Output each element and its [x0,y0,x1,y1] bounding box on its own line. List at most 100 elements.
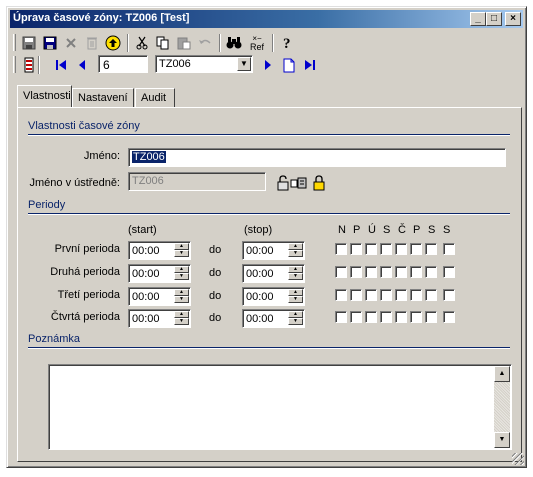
spin-up-icon[interactable]: ▲ [174,311,189,318]
chevron-down-icon[interactable]: ▼ [237,57,251,71]
spin-up-icon[interactable]: ▲ [174,266,189,273]
day-checkbox[interactable] [350,289,362,301]
spin-down-icon[interactable]: ▼ [288,250,303,257]
day-checkbox[interactable] [365,311,377,323]
note-textarea[interactable]: ▲ ▼ [48,364,512,450]
delete-x-icon[interactable] [62,34,80,52]
day-checkbox[interactable] [365,289,377,301]
period-stop-input[interactable]: 00:00 ▲ ▼ [242,309,305,328]
day-checkbox[interactable] [410,266,422,278]
day-checkbox[interactable] [425,243,437,255]
period-stop-input[interactable]: 00:00 ▲ ▼ [242,241,305,260]
spin-up-icon[interactable]: ▲ [288,266,303,273]
record-selector-combo[interactable]: TZ006 ▼ [155,55,253,73]
lock-icon[interactable] [310,174,328,192]
day-checkbox[interactable] [380,266,392,278]
day-checkbox[interactable] [335,289,347,301]
scroll-up-icon[interactable]: ▲ [494,366,510,382]
day-checkbox[interactable] [350,266,362,278]
period-start-input[interactable]: 00:00 ▲ ▼ [128,287,191,306]
trash-icon[interactable] [83,34,101,52]
spin-down-icon[interactable]: ▼ [174,273,189,280]
stop-spinner[interactable]: ▲ ▼ [288,311,303,326]
day-checkbox[interactable] [425,289,437,301]
day-checkbox[interactable] [395,266,407,278]
new-record-icon[interactable] [280,56,298,74]
tab-vlastnosti[interactable]: Vlastnosti [17,85,72,107]
day-checkbox[interactable] [410,243,422,255]
period-start-input[interactable]: 00:00 ▲ ▼ [128,264,191,283]
find-binoculars-icon[interactable] [225,34,243,52]
cut-icon[interactable] [133,34,151,52]
day-checkbox[interactable] [335,243,347,255]
start-spinner[interactable]: ▲ ▼ [174,266,189,281]
day-checkbox[interactable] [425,266,437,278]
day-checkbox[interactable] [350,243,362,255]
save-close-icon[interactable] [41,34,59,52]
spin-down-icon[interactable]: ▼ [288,318,303,325]
minimize-button[interactable]: _ [470,12,486,26]
record-number-input[interactable]: 6 [98,55,148,73]
day-checkbox[interactable] [443,243,455,255]
day-checkbox[interactable] [443,266,455,278]
prev-record-icon[interactable] [73,56,91,74]
spin-up-icon[interactable]: ▲ [288,289,303,296]
scroll-down-icon[interactable]: ▼ [494,432,510,448]
spin-down-icon[interactable]: ▼ [288,296,303,303]
day-checkbox[interactable] [395,311,407,323]
start-spinner[interactable]: ▲ ▼ [174,243,189,258]
spin-up-icon[interactable]: ▲ [288,243,303,250]
up-arrow-circle-icon[interactable] [104,34,122,52]
day-checkbox[interactable] [443,311,455,323]
tab-audit[interactable]: Audit [135,88,175,107]
spin-down-icon[interactable]: ▼ [174,318,189,325]
undo-icon[interactable] [196,34,214,52]
note-scrollbar[interactable]: ▲ ▼ [494,366,510,448]
spin-down-icon[interactable]: ▼ [174,250,189,257]
transfer-icon[interactable] [290,174,308,192]
period-stop-input[interactable]: 00:00 ▲ ▼ [242,287,305,306]
tab-nastaveni[interactable]: Nastavení [72,88,134,107]
first-record-icon[interactable] [52,56,70,74]
name-input[interactable]: TZ006 [128,148,506,167]
period-start-input[interactable]: 00:00 ▲ ▼ [128,241,191,260]
stop-spinner[interactable]: ▲ ▼ [288,266,303,281]
spin-up-icon[interactable]: ▲ [174,289,189,296]
day-checkbox[interactable] [365,266,377,278]
last-record-icon[interactable] [301,56,319,74]
start-spinner[interactable]: ▲ ▼ [174,311,189,326]
help-icon[interactable]: ? [278,34,296,52]
spin-down-icon[interactable]: ▼ [288,273,303,280]
save-icon[interactable] [20,34,38,52]
toolbar-grip[interactable] [13,34,16,51]
day-checkbox[interactable] [410,289,422,301]
day-checkbox[interactable] [335,266,347,278]
day-checkbox[interactable] [410,311,422,323]
day-checkbox[interactable] [395,243,407,255]
toolbar-grip[interactable] [13,56,16,73]
stop-spinner[interactable]: ▲ ▼ [288,243,303,258]
day-checkbox[interactable] [335,311,347,323]
day-checkbox[interactable] [395,289,407,301]
close-button[interactable]: × [505,12,521,26]
day-checkbox[interactable] [443,289,455,301]
period-start-input[interactable]: 00:00 ▲ ▼ [128,309,191,328]
refresh-ref-icon[interactable]: ×− Ref [246,32,268,54]
day-checkbox[interactable] [380,289,392,301]
day-checkbox[interactable] [380,243,392,255]
next-record-icon[interactable] [259,56,277,74]
start-spinner[interactable]: ▲ ▼ [174,289,189,304]
spin-up-icon[interactable]: ▲ [288,311,303,318]
title-bar[interactable]: Úprava časové zóny: TZ006 [Test] _ □ × [10,10,523,28]
maximize-button[interactable]: □ [486,12,502,26]
paste-icon[interactable] [175,34,193,52]
copy-icon[interactable] [154,34,172,52]
spin-up-icon[interactable]: ▲ [174,243,189,250]
record-list-icon[interactable] [20,56,38,74]
day-checkbox[interactable] [350,311,362,323]
day-checkbox[interactable] [425,311,437,323]
day-checkbox[interactable] [380,311,392,323]
spin-down-icon[interactable]: ▼ [174,296,189,303]
period-stop-input[interactable]: 00:00 ▲ ▼ [242,264,305,283]
stop-spinner[interactable]: ▲ ▼ [288,289,303,304]
